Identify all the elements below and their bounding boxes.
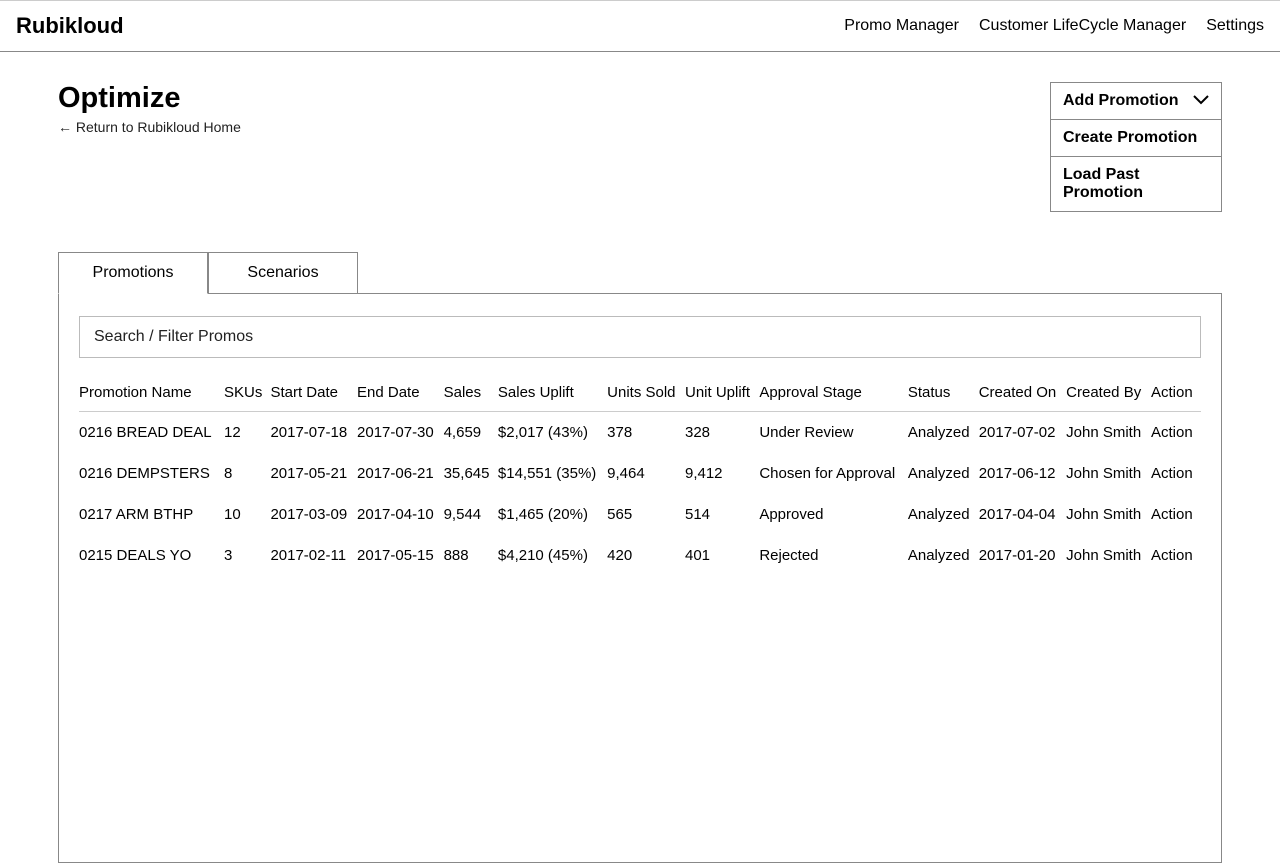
cell-end: 2017-04-10 [357, 494, 444, 535]
cell-end: 2017-05-15 [357, 535, 444, 576]
cell-stage: Chosen for Approval [759, 453, 908, 494]
col-end-date: End Date [357, 374, 444, 412]
cell-name: 0217 ARM BTHP [79, 494, 224, 535]
add-promotion-button[interactable]: Add Promotion [1051, 83, 1221, 120]
tab-promotions[interactable]: Promotions [58, 252, 208, 294]
cell-name: 0215 DEALS YO [79, 535, 224, 576]
nav-promo-manager[interactable]: Promo Manager [844, 17, 959, 35]
app-header: Rubikloud Promo Manager Customer LifeCyc… [0, 0, 1280, 52]
cell-sales: 9,544 [444, 494, 498, 535]
cell-uplift: $2,017 (43%) [498, 412, 607, 454]
cell-stage: Rejected [759, 535, 908, 576]
cell-action[interactable]: Action [1151, 494, 1201, 535]
nav-customer-lifecycle[interactable]: Customer LifeCycle Manager [979, 17, 1186, 35]
tab-bar: Promotions Scenarios [58, 252, 1222, 294]
cell-units: 9,464 [607, 453, 685, 494]
cell-uplift: $4,210 (45%) [498, 535, 607, 576]
cell-skus: 10 [224, 494, 270, 535]
cell-sales: 4,659 [444, 412, 498, 454]
add-promotion-dropdown: Add Promotion Create Promotion Load Past… [1050, 82, 1222, 212]
col-start-date: Start Date [270, 374, 357, 412]
page-title: Optimize [58, 82, 241, 115]
cell-created-on: 2017-01-20 [979, 535, 1066, 576]
col-action: Action [1151, 374, 1201, 412]
tab-scenarios[interactable]: Scenarios [208, 252, 358, 294]
col-sales-uplift: Sales Uplift [498, 374, 607, 412]
cell-stage: Under Review [759, 412, 908, 454]
return-link[interactable]: ← Return to Rubikloud Home [58, 119, 241, 135]
page-content: Optimize ← Return to Rubikloud Home Add … [0, 52, 1280, 863]
promotions-panel: Promotion Name SKUs Start Date End Date … [58, 293, 1222, 863]
col-promotion-name: Promotion Name [79, 374, 224, 412]
cell-created-by: John Smith [1066, 494, 1151, 535]
table-row: 0215 DEALS YO32017-02-112017-05-15888$4,… [79, 535, 1201, 576]
col-skus: SKUs [224, 374, 270, 412]
cell-status: Analyzed [908, 494, 979, 535]
cell-start: 2017-03-09 [270, 494, 357, 535]
table-row: 0216 DEMPSTERS82017-05-212017-06-2135,64… [79, 453, 1201, 494]
col-status: Status [908, 374, 979, 412]
col-created-on: Created On [979, 374, 1066, 412]
table-header-row: Promotion Name SKUs Start Date End Date … [79, 374, 1201, 412]
add-promotion-label: Add Promotion [1063, 92, 1179, 110]
col-unit-uplift: Unit Uplift [685, 374, 759, 412]
table-row: 0216 BREAD DEAL122017-07-182017-07-304,6… [79, 412, 1201, 454]
nav-settings[interactable]: Settings [1206, 17, 1264, 35]
dropdown-create-promotion[interactable]: Create Promotion [1051, 120, 1221, 157]
cell-name: 0216 DEMPSTERS [79, 453, 224, 494]
cell-status: Analyzed [908, 453, 979, 494]
cell-unit-uplift: 9,412 [685, 453, 759, 494]
cell-units: 565 [607, 494, 685, 535]
brand-logo[interactable]: Rubikloud [16, 13, 124, 39]
cell-skus: 12 [224, 412, 270, 454]
search-input[interactable] [79, 316, 1201, 358]
cell-start: 2017-07-18 [270, 412, 357, 454]
cell-status: Analyzed [908, 535, 979, 576]
cell-skus: 8 [224, 453, 270, 494]
cell-start: 2017-05-21 [270, 453, 357, 494]
cell-units: 420 [607, 535, 685, 576]
cell-unit-uplift: 401 [685, 535, 759, 576]
cell-stage: Approved [759, 494, 908, 535]
cell-created-on: 2017-06-12 [979, 453, 1066, 494]
top-nav: Promo Manager Customer LifeCycle Manager… [844, 17, 1264, 35]
promotions-table: Promotion Name SKUs Start Date End Date … [79, 374, 1201, 576]
cell-uplift: $1,465 (20%) [498, 494, 607, 535]
col-sales: Sales [444, 374, 498, 412]
cell-created-by: John Smith [1066, 535, 1151, 576]
cell-skus: 3 [224, 535, 270, 576]
title-block: Optimize ← Return to Rubikloud Home [58, 82, 241, 135]
cell-units: 378 [607, 412, 685, 454]
cell-action[interactable]: Action [1151, 412, 1201, 454]
table-row: 0217 ARM BTHP102017-03-092017-04-109,544… [79, 494, 1201, 535]
cell-start: 2017-02-11 [270, 535, 357, 576]
cell-sales: 35,645 [444, 453, 498, 494]
dropdown-load-past-promotion[interactable]: Load Past Promotion [1051, 157, 1221, 211]
cell-action[interactable]: Action [1151, 535, 1201, 576]
cell-unit-uplift: 328 [685, 412, 759, 454]
chevron-down-icon [1193, 92, 1209, 110]
cell-created-by: John Smith [1066, 453, 1151, 494]
col-units-sold: Units Sold [607, 374, 685, 412]
cell-uplift: $14,551 (35%) [498, 453, 607, 494]
cell-sales: 888 [444, 535, 498, 576]
cell-unit-uplift: 514 [685, 494, 759, 535]
col-created-by: Created By [1066, 374, 1151, 412]
cell-end: 2017-06-21 [357, 453, 444, 494]
cell-name: 0216 BREAD DEAL [79, 412, 224, 454]
cell-status: Analyzed [908, 412, 979, 454]
col-approval-stage: Approval Stage [759, 374, 908, 412]
cell-end: 2017-07-30 [357, 412, 444, 454]
cell-action[interactable]: Action [1151, 453, 1201, 494]
cell-created-on: 2017-07-02 [979, 412, 1066, 454]
cell-created-on: 2017-04-04 [979, 494, 1066, 535]
cell-created-by: John Smith [1066, 412, 1151, 454]
title-row: Optimize ← Return to Rubikloud Home Add … [58, 82, 1222, 212]
